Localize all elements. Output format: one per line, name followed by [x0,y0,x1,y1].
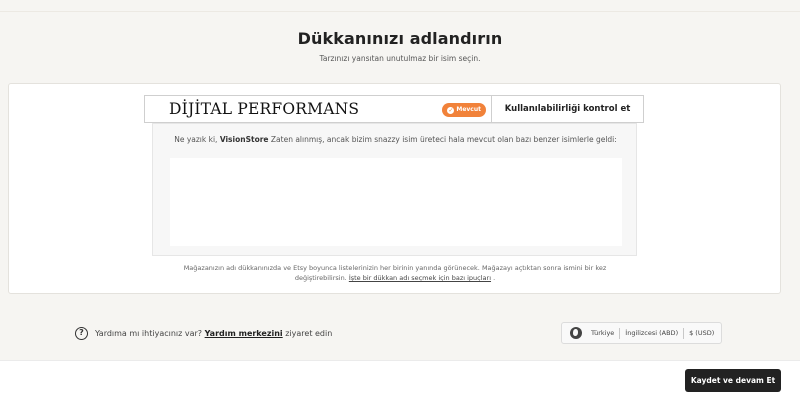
taken-name: VisionStore [219,135,269,144]
suggestions-panel: Ne yazık ki, VisionStore Zaten alınmış, … [152,123,637,256]
locale-settings-button[interactable]: Türkiye İngilizcesi (ABD) $ (USD) [561,322,722,344]
page-subtitle: Tarzınızı yansıtan unutulmaz bir isim se… [319,54,481,63]
shop-name-input[interactable]: DİJİTAL PERFORMANS ✓ Mevcut [144,95,492,123]
top-divider [0,11,800,12]
globe-icon [570,327,582,339]
name-taken-message: Ne yazık ki, VisionStore Zaten alınmış, … [165,134,626,145]
suggestions-list [170,158,622,246]
availability-badge-label: Mevcut [456,106,481,113]
bottom-action-bar [0,360,800,400]
shop-name-tips-link[interactable]: İşte bir dükkan adı seçmek için bazı ipu… [349,274,491,282]
locale-divider [683,327,685,339]
help-prefix: Yardıma mı ihtiyacınız var? [95,328,203,338]
question-circle-icon: ? [75,326,88,340]
save-and-continue-button[interactable]: Kaydet ve devam Et [685,369,781,392]
help-suffix: ziyaret edin [285,328,333,338]
footnote-suffix: . [493,274,496,282]
locale-currency: $ (USD) [689,329,715,337]
shop-name-footnote: Mağazanızın adı dükkanınızda ve Etsy boy… [160,263,630,283]
check-availability-button[interactable]: Kullanılabilirliği kontrol et [491,95,644,123]
name-taken-text: Zaten alınmış, ancak bizim snazzy isim ü… [270,135,617,144]
page-title: Dükkanınızı adlandırın [297,29,503,48]
shop-name-value: DİJİTAL PERFORMANS [169,100,360,118]
locale-divider [619,327,621,339]
help-row: ? Yardıma mı ihtiyacınız var? Yardım mer… [75,326,332,340]
name-taken-prefix: Ne yazık ki, [174,135,218,144]
locale-region: Türkiye [591,329,615,337]
check-icon: ✓ [447,106,455,114]
availability-badge: ✓ Mevcut [442,103,486,117]
help-center-link[interactable]: Yardım merkezini [205,329,283,338]
locale-language: İngilizcesi (ABD) [625,329,679,337]
